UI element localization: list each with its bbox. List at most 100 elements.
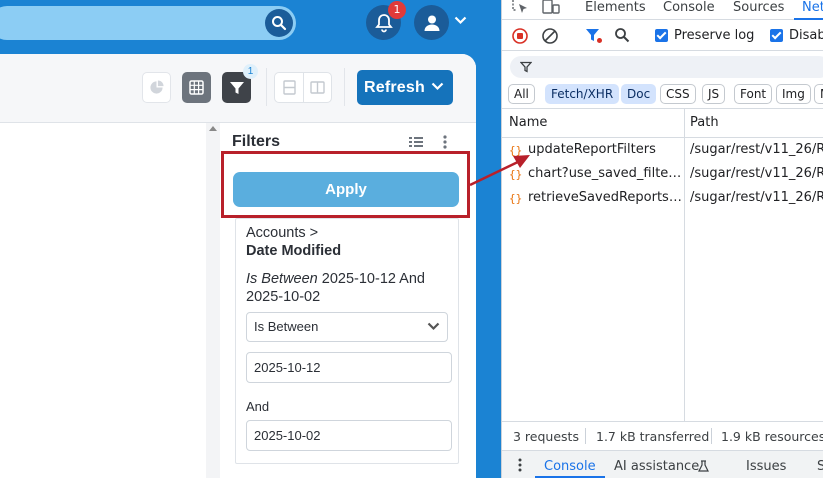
column-header-path[interactable]: Path (690, 115, 719, 130)
chevron-down-icon[interactable] (454, 15, 467, 25)
xhr-request-icon: {} (509, 192, 522, 205)
drawer-tab-console[interactable]: Console (544, 459, 596, 474)
operator-select[interactable]: Is Between (246, 312, 448, 342)
top-bar: 1 (0, 0, 501, 54)
devtools-panel: Elements Console Sources Net Preserve lo… (501, 0, 823, 478)
network-filter-input[interactable] (510, 56, 823, 78)
status-divider (711, 428, 712, 444)
drawer-tab-issues[interactable]: Issues (746, 459, 786, 474)
filter-field-label: Date Modified (246, 243, 342, 259)
requests-table-header: Name Path (502, 109, 823, 138)
user-icon (424, 15, 439, 31)
request-name: chart?use_saved_filter… (528, 166, 682, 181)
type-filter-doc[interactable]: Doc (621, 84, 657, 104)
svg-text:{}: {} (509, 192, 522, 205)
request-row[interactable]: {} retrieveSavedReportsR… /sugar/rest/v1… (502, 186, 823, 210)
svg-text:{}: {} (509, 144, 522, 157)
clear-icon[interactable] (542, 28, 558, 44)
and-label: And (246, 399, 270, 414)
start-date-field[interactable]: 2025-10-12 (246, 352, 452, 383)
report-toolbar: 1 Refresh (0, 54, 476, 123)
list-view-icon[interactable] (409, 136, 423, 148)
drawer-tab-more[interactable]: S (817, 459, 823, 474)
layout-columns-icon (310, 81, 325, 94)
layout-rows-icon (282, 80, 296, 95)
filter-description-operator: Is Between (246, 271, 318, 287)
end-date-field[interactable]: 2025-10-02 (246, 420, 452, 451)
funnel-icon (520, 61, 532, 73)
tab-network[interactable]: Net (802, 0, 823, 15)
type-filter-font[interactable]: Font (734, 84, 773, 104)
type-filter-img[interactable]: Img (776, 84, 811, 104)
filter-icon[interactable] (585, 27, 603, 45)
toolbar-divider (266, 68, 267, 106)
drawer-tab-ai-assistance[interactable]: AI assistance (614, 459, 699, 474)
operator-select-value: Is Between (254, 319, 319, 334)
request-row[interactable]: {} chart?use_saved_filter… /sugar/rest/v… (502, 162, 823, 186)
report-panel: 1 Refresh Filters Apply Accounts > Date … (0, 54, 476, 478)
search-icon[interactable] (614, 27, 630, 43)
toolbar-divider (344, 68, 345, 106)
filters-title: Filters (232, 133, 281, 150)
search-button[interactable] (265, 9, 293, 37)
resource-type-filters: All Fetch/XHR Doc CSS JS Font Img M (502, 81, 823, 107)
flask-icon (698, 460, 709, 472)
request-path: /sugar/rest/v11_26/Rep (690, 190, 823, 205)
request-name: updateReportFilters (528, 142, 656, 157)
device-toolbar-icon[interactable] (542, 0, 560, 14)
search-icon (272, 16, 287, 31)
request-row[interactable]: {} updateReportFilters /sugar/rest/v11_2… (502, 138, 823, 162)
table-view-button[interactable] (182, 72, 211, 103)
type-filter-media[interactable]: M (814, 84, 823, 104)
status-divider (585, 428, 586, 444)
layout-rows-button[interactable] (274, 72, 303, 103)
requests-table: Name Path {} updateReportFilters /sugar/… (502, 108, 823, 421)
active-tab-indicator (794, 18, 823, 20)
more-options-icon[interactable] (443, 135, 447, 149)
search-input[interactable] (0, 6, 296, 40)
request-count: 3 requests (513, 429, 579, 444)
disable-cache-checkbox[interactable] (770, 29, 783, 42)
preserve-log-checkbox[interactable] (655, 29, 668, 42)
refresh-label: Refresh (364, 78, 425, 96)
record-stop-icon[interactable] (512, 28, 528, 44)
scroll-up-arrow-icon[interactable] (209, 126, 217, 131)
inspect-element-icon[interactable] (512, 0, 529, 14)
preserve-log-label: Preserve log (674, 28, 755, 43)
tab-console[interactable]: Console (663, 0, 715, 15)
grid-icon (189, 80, 204, 95)
request-name: retrieveSavedReportsR… (528, 190, 682, 205)
layout-columns-button[interactable] (303, 72, 332, 103)
disable-cache-label: Disab (789, 28, 823, 43)
pie-chart-icon (150, 80, 164, 94)
xhr-request-icon: {} (509, 144, 522, 157)
type-filter-js[interactable]: JS (702, 84, 726, 104)
sugar-app: 1 1 Refresh Filters Apply Accounts > Dat… (0, 0, 501, 478)
column-header-name[interactable]: Name (509, 115, 547, 130)
network-status-bar: 3 requests 1.7 kB transferred 1.9 kB res… (502, 421, 823, 449)
filter-description: Is Between 2025-10-12 And 2025-10-02 (246, 270, 451, 306)
refresh-button[interactable]: Refresh (357, 70, 453, 105)
filter-module-label: Accounts > (246, 225, 319, 241)
type-filter-fetch-xhr[interactable]: Fetch/XHR (545, 84, 620, 104)
highlight-annotation-box (221, 151, 470, 218)
type-filter-all[interactable]: All (508, 84, 535, 104)
chart-view-button[interactable] (142, 72, 171, 103)
resources-size: 1.9 kB resources (721, 429, 823, 444)
tab-elements[interactable]: Elements (585, 0, 646, 15)
filter-icon (229, 81, 244, 94)
report-content (0, 123, 206, 478)
network-toolbar: Preserve log Disab (502, 21, 823, 51)
tab-sources[interactable]: Sources (733, 0, 784, 15)
transferred-size: 1.7 kB transferred (596, 429, 710, 444)
request-path: /sugar/rest/v11_26/Rep (690, 142, 823, 157)
more-options-icon[interactable] (518, 458, 522, 472)
svg-text:{}: {} (509, 168, 522, 181)
scrollbar[interactable] (206, 123, 220, 478)
chevron-down-icon[interactable] (431, 81, 444, 91)
notification-count-badge: 1 (388, 1, 406, 19)
devtools-drawer-tabs: Console AI assistance Issues S (502, 450, 823, 478)
chevron-down-icon (427, 322, 440, 331)
user-menu-button[interactable] (414, 5, 449, 40)
type-filter-css[interactable]: CSS (660, 84, 696, 104)
